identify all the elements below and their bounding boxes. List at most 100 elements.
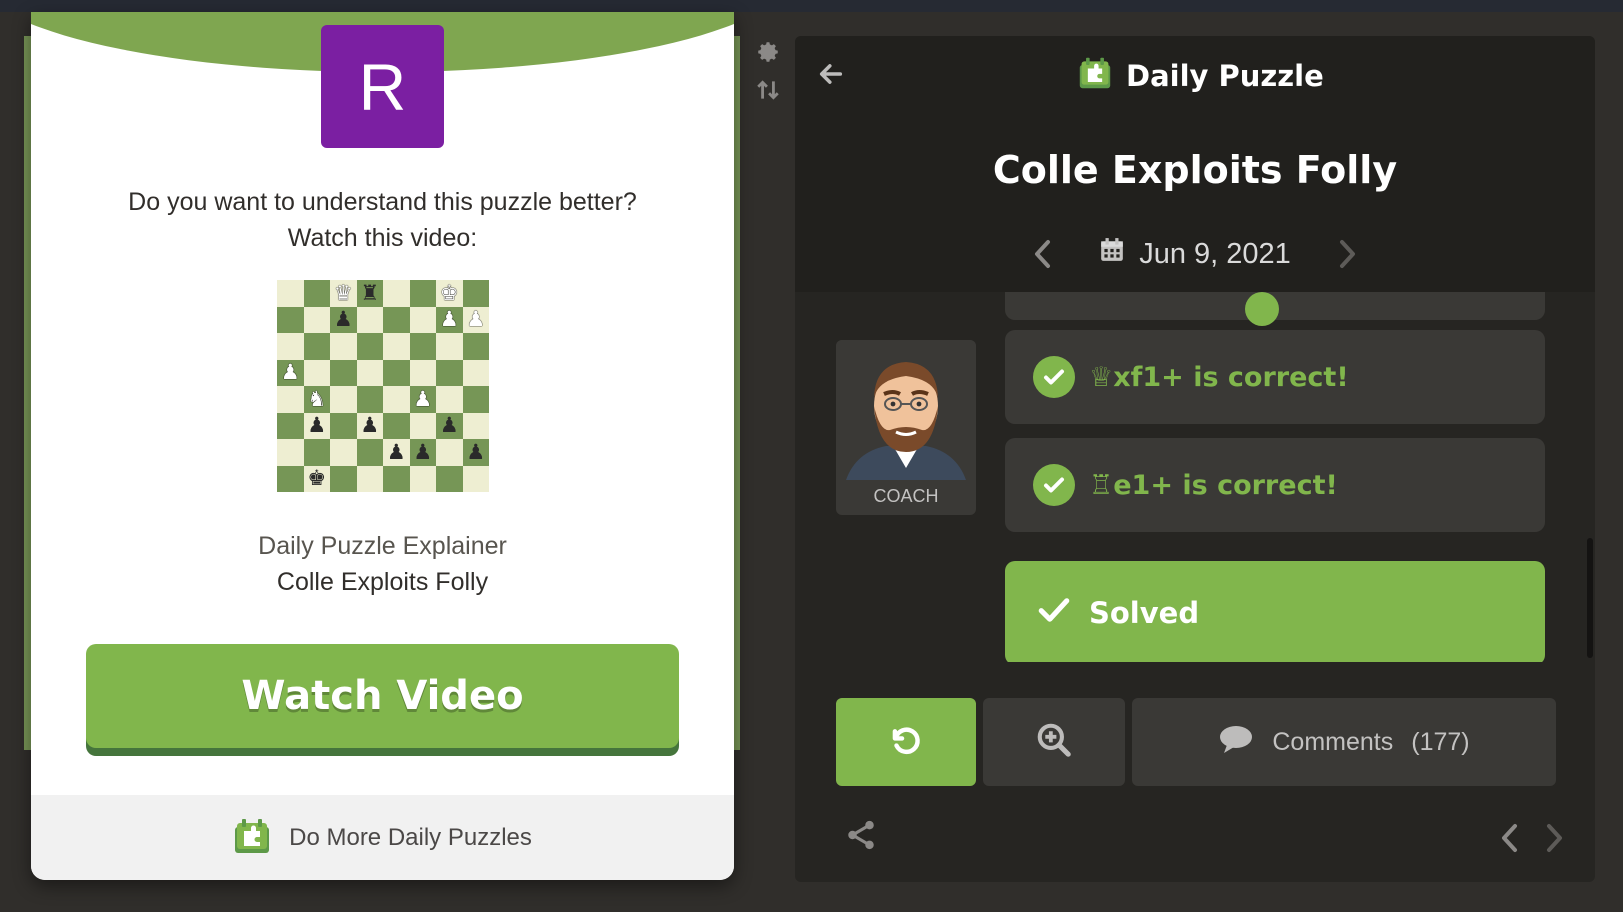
comments-count: (177) [1411,727,1470,756]
board-square [462,465,489,492]
board-square [356,333,383,360]
board-square: ♟ [462,439,489,466]
correct-move-message: ♖e1+ is correct! [1005,438,1545,532]
coach-feed: COACH ♕xf1+ is correct! ♖e1+ is correct!… [795,292,1595,662]
board-square [436,465,463,492]
back-arrow-icon[interactable] [813,54,849,94]
board-square [277,465,304,492]
queen-icon: ♕ [1089,361,1114,393]
question-line-2: Watch this video: [287,224,478,252]
board-square [277,412,304,439]
board-square [383,386,410,413]
board-square [330,439,357,466]
board-square [409,280,436,307]
board-square [356,465,383,492]
bottom-toolbar [836,816,1576,860]
analysis-button[interactable] [983,698,1125,786]
coach-portrait [836,340,976,480]
board-square [356,306,383,333]
black-king-icon: ♚ [307,466,327,491]
board-square [409,465,436,492]
date-label: Jun 9, 2021 [1139,237,1291,270]
gear-icon[interactable] [752,36,784,68]
board-square: ♟ [356,412,383,439]
share-icon[interactable] [844,818,884,858]
retry-icon [887,721,925,763]
panel-header: Daily Puzzle Colle Exploits Folly Jun 9,… [795,36,1595,292]
white-knight-icon: ♞ [307,386,327,411]
chevron-right-icon[interactable] [1536,816,1572,860]
window-top-bar [0,0,1623,12]
board-square [462,280,489,307]
board-square [409,333,436,360]
solved-banner: Solved [1005,561,1545,662]
board-square [462,412,489,439]
board-square: ♟ [462,306,489,333]
explainer-title: Colle Exploits Folly [276,568,489,596]
daily-puzzle-icon [233,817,271,859]
do-more-puzzles-link[interactable]: Do More Daily Puzzles [31,795,734,880]
puzzle-name: Colle Exploits Folly [992,148,1398,192]
explainer-label: Daily Puzzle Explainer [258,532,507,560]
coach-label: COACH [873,486,939,506]
board-square [277,333,304,360]
board-square: ♜ [356,280,383,307]
daily-puzzle-icon [1078,56,1112,97]
move-text: ♕xf1+ is correct! [1089,361,1349,393]
board-square [462,386,489,413]
board-square [277,306,304,333]
video-thumbnail-board[interactable]: ♛ ♜ ♚ ♟ ♟ ♟ ♟ ♞ ♟ ♟ ♟ ♟ ♟ ♟ ♟ ♚ [277,280,489,492]
analysis-icon [1035,721,1073,763]
board-square: ♞ [303,386,330,413]
black-pawn-icon: ♟ [386,439,406,464]
chevron-left-icon[interactable] [1492,816,1528,860]
move-text: ♖e1+ is correct! [1089,469,1338,501]
question-line-1: Do you want to understand this puzzle be… [128,188,637,216]
board-square [330,386,357,413]
previous-message [1005,292,1545,326]
board-square [383,280,410,307]
check-icon [1033,464,1075,506]
board-square [383,333,410,360]
board-square [383,465,410,492]
check-icon [1245,292,1279,326]
board-square [383,359,410,386]
chevron-right-icon[interactable] [1327,234,1367,274]
board-square [409,306,436,333]
watch-video-button[interactable]: Watch Video [86,644,679,748]
board-square [436,439,463,466]
feed-scrollbar[interactable] [1587,538,1593,658]
retry-button[interactable] [836,698,976,786]
chevron-left-icon[interactable] [1023,234,1063,274]
video-explainer-modal: R Do you want to understand this puzzle … [31,12,734,880]
board-square: ♟ [303,412,330,439]
header-title: Daily Puzzle [1078,56,1324,96]
modal-question: Do you want to understand this puzzle be… [71,184,694,256]
board-square [277,439,304,466]
board-square: ♟ [277,359,304,386]
board-square: ♟ [383,439,410,466]
comments-button[interactable]: Comments (177) [1132,698,1556,786]
black-pawn-icon: ♟ [439,413,459,438]
board-square [303,439,330,466]
comment-icon [1218,724,1254,761]
board-square [303,333,330,360]
avatar: R [321,25,444,148]
white-pawn-icon: ♟ [466,307,486,332]
board-square [330,412,357,439]
check-icon [1037,593,1071,634]
daily-puzzle-panel: Daily Puzzle Colle Exploits Folly Jun 9,… [795,36,1595,882]
board-square [436,386,463,413]
board-square: ♟ [436,412,463,439]
correct-move-message: ♕xf1+ is correct! [1005,330,1545,424]
black-rook-icon: ♜ [360,280,380,305]
black-pawn-icon: ♟ [466,439,486,464]
board-square [356,439,383,466]
board-square [436,333,463,360]
white-pawn-icon: ♟ [413,386,433,411]
board-square [277,280,304,307]
flip-board-icon[interactable] [752,74,784,106]
board-square [383,412,410,439]
date-picker[interactable]: Jun 9, 2021 [1099,237,1291,271]
action-bar: Comments (177) [836,698,1576,786]
